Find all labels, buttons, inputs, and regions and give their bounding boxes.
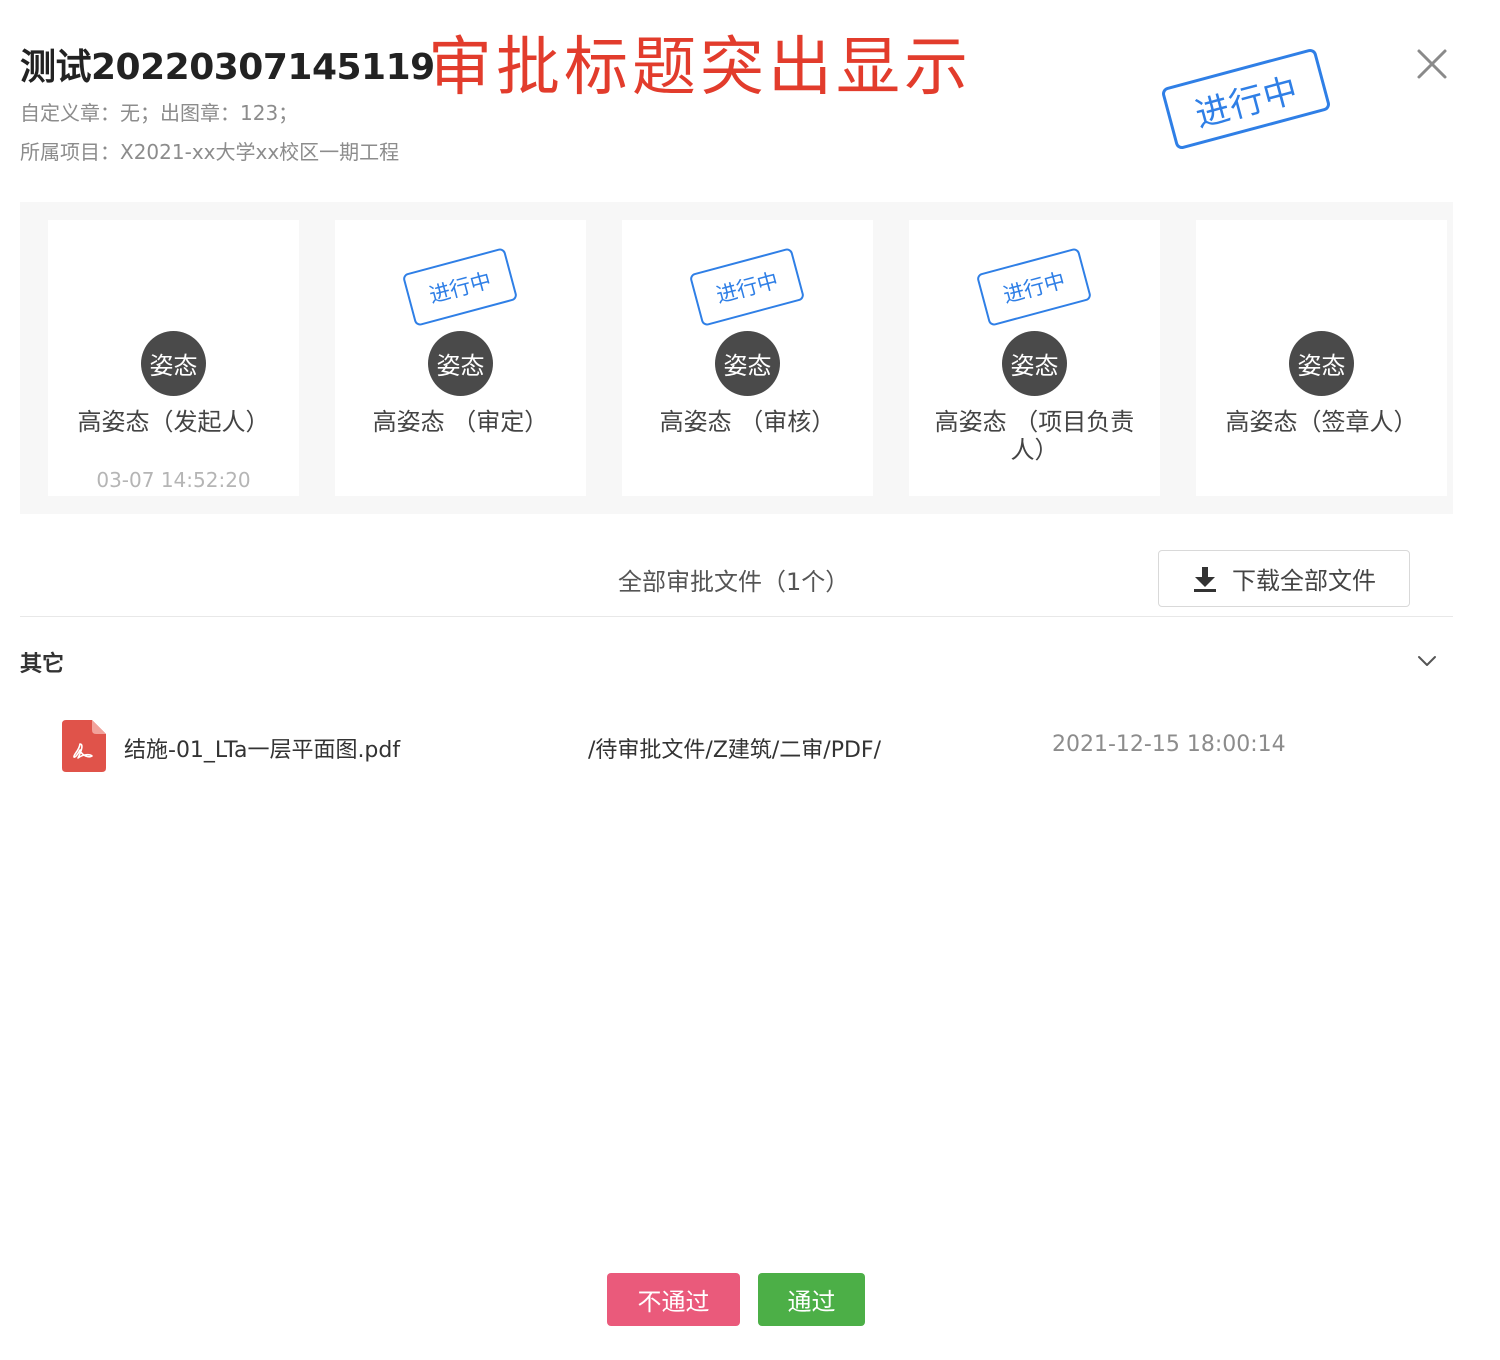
flow-step-signer: 姿态 高姿态（签章人） <box>1196 220 1447 496</box>
step-status-stamp: 进行中 <box>975 247 1093 327</box>
file-time: 2021-12-15 18:00:14 <box>1052 732 1286 757</box>
title-highlight-annotation: 审批标题突出显示 <box>428 31 972 105</box>
file-path: /待审批文件/Z建筑/二审/PDF/ <box>588 738 881 763</box>
reject-button[interactable]: 不通过 <box>607 1273 740 1326</box>
avatar: 姿态 <box>1289 331 1354 396</box>
download-icon <box>1194 566 1216 592</box>
step-person-name: 高姿态 （审定） <box>372 408 549 436</box>
flow-step-project-lead: 进行中 姿态 高姿态 （项目负责人） <box>909 220 1160 496</box>
avatar: 姿态 <box>715 331 780 396</box>
download-all-label: 下载全部文件 <box>1232 567 1376 595</box>
file-group-title: 其它 <box>20 652 65 677</box>
seal-info: 自定义章：无；出图章：123； <box>20 101 299 125</box>
flow-step-initiator: 姿态 高姿态（发起人） 03-07 14:52:20 <box>48 220 299 496</box>
files-count-header: 全部审批文件（1个） <box>618 568 850 596</box>
avatar: 姿态 <box>141 331 206 396</box>
step-person-name: 高姿态 （审核） <box>659 408 836 436</box>
step-person-name: 高姿态（发起人） <box>77 408 270 436</box>
pdf-file-icon <box>62 720 106 772</box>
approval-dialog: 测试20220307145119 审批标题突出显示 自定义章：无；出图章：123… <box>0 0 1500 1360</box>
avatar: 姿态 <box>1002 331 1067 396</box>
flow-step-approver: 进行中 姿态 高姿态 （审定） <box>335 220 586 496</box>
project-info: 所属项目：X2021-xx大学xx校区一期工程 <box>20 140 400 164</box>
avatar: 姿态 <box>428 331 493 396</box>
file-name: 结施-01_LTa一层平面图.pdf <box>124 738 401 763</box>
approval-flow: 姿态 高姿态（发起人） 03-07 14:52:20 进行中 姿态 高姿态 （审… <box>20 202 1453 514</box>
flow-step-reviewer: 进行中 姿态 高姿态 （审核） <box>622 220 873 496</box>
download-all-button[interactable]: 下载全部文件 <box>1158 550 1410 607</box>
close-icon <box>1417 49 1447 79</box>
divider <box>20 616 1453 617</box>
step-person-name: 高姿态（签章人） <box>1225 408 1418 436</box>
group-collapse-toggle[interactable] <box>1416 650 1438 672</box>
approval-title: 测试20220307145119 <box>20 47 435 88</box>
step-person-name: 高姿态 （项目负责人） <box>934 408 1135 464</box>
close-button[interactable] <box>1410 42 1454 86</box>
status-stamp: 进行中 <box>1160 47 1332 151</box>
approve-button[interactable]: 通过 <box>758 1273 865 1326</box>
file-list-item[interactable]: 结施-01_LTa一层平面图.pdf /待审批文件/Z建筑/二审/PDF/ 20… <box>62 718 1452 774</box>
step-status-stamp: 进行中 <box>688 247 806 327</box>
chevron-down-icon <box>1418 656 1436 666</box>
step-status-stamp: 进行中 <box>401 247 519 327</box>
step-time: 03-07 14:52:20 <box>96 468 251 492</box>
